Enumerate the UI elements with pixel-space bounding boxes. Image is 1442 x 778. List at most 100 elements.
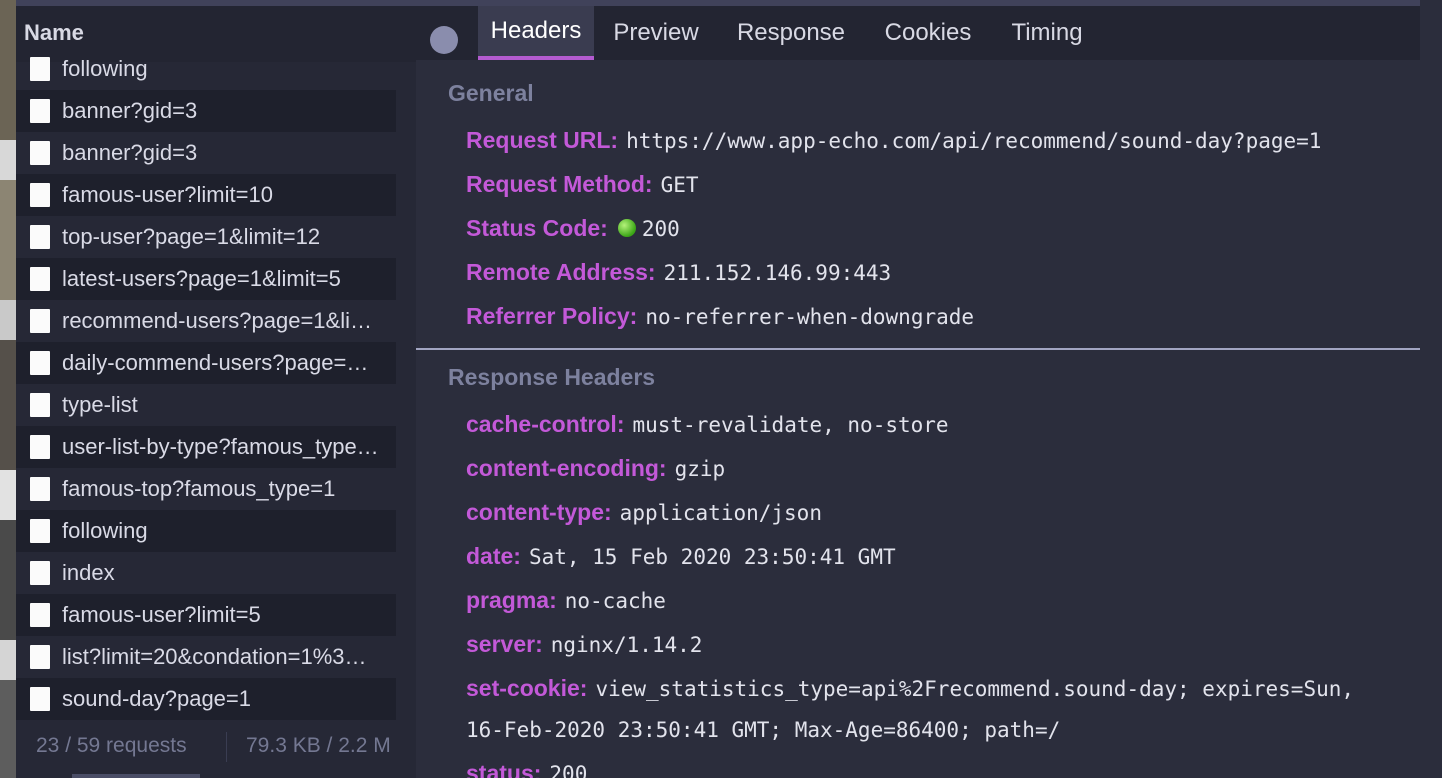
status-ok-icon — [617, 219, 636, 237]
request-row[interactable]: type-list — [16, 384, 396, 426]
section-divider — [416, 348, 1420, 350]
request-type-icon — [30, 351, 50, 375]
request-count: 23 / 59 requests — [36, 734, 187, 757]
request-details-panel: Headers Preview Response Cookies Timing … — [416, 0, 1442, 778]
request-method-row: Request Method: GET — [466, 171, 699, 198]
header-key: set-cookie: — [466, 675, 588, 701]
request-url-row: Request URL: https://www.app-echo.com/api… — [466, 127, 1321, 154]
panel-right-gutter — [1420, 0, 1442, 778]
request-type-icon — [30, 309, 50, 333]
request-row[interactable]: user-list-by-type?famous_type… — [16, 426, 396, 468]
header-key: date: — [466, 543, 521, 569]
request-row[interactable]: top-user?page=1&limit=12 — [16, 216, 396, 258]
request-type-icon — [30, 99, 50, 123]
request-name: famous-user?limit=10 — [62, 182, 273, 207]
header-value: no-cache — [564, 589, 666, 613]
scroll-indicator[interactable] — [72, 774, 200, 778]
request-name: list?limit=20&condation=1%3… — [62, 644, 367, 669]
request-type-icon — [30, 477, 50, 501]
request-name: sound-day?page=1 — [62, 686, 251, 711]
request-type-icon — [30, 141, 50, 165]
header-key: content-type: — [466, 499, 612, 525]
request-row[interactable]: banner?gid=3 — [16, 132, 396, 174]
remote-address-key: Remote Address: — [466, 259, 656, 285]
request-url-key: Request URL: — [466, 127, 619, 153]
referrer-policy-value: no-referrer-when-downgrade — [645, 305, 975, 329]
header-value: Sat, 15 Feb 2020 23:50:41 GMT — [528, 545, 896, 569]
request-row[interactable]: famous-user?limit=5 — [16, 594, 396, 636]
set-cookie-continuation: 16-Feb-2020 23:50:41 GMT; Max-Age=86400;… — [466, 718, 1061, 742]
header-key: pragma: — [466, 587, 557, 613]
details-tab-bar: Headers Preview Response Cookies Timing — [416, 0, 1442, 60]
header-value: 200 — [549, 762, 588, 778]
response-header-row: server: nginx/1.14.2 — [466, 631, 702, 658]
header-key: server: — [466, 631, 543, 657]
request-row[interactable]: famous-top?famous_type=1 — [16, 468, 396, 510]
request-name: type-list — [62, 392, 138, 417]
header-value: application/json — [619, 501, 822, 525]
request-row[interactable]: banner?gid=3 — [16, 90, 396, 132]
request-type-icon — [30, 225, 50, 249]
request-type-icon — [30, 435, 50, 459]
request-name: user-list-by-type?famous_type… — [62, 434, 379, 459]
header-value: must-revalidate, no-store — [632, 413, 949, 437]
request-type-icon — [30, 267, 50, 291]
close-details-button[interactable] — [430, 26, 458, 54]
request-type-icon — [30, 519, 50, 543]
request-url-value: https://www.app-echo.com/api/recommend/s… — [626, 129, 1322, 153]
response-header-row: status: 200 — [466, 760, 587, 778]
response-header-row: cache-control: must-revalidate, no-store — [466, 411, 949, 438]
response-header-row: set-cookie: view_statistics_type=api%2Fre… — [466, 675, 1354, 702]
tab-timing[interactable]: Timing — [1004, 6, 1090, 60]
header-value: view_statistics_type=api%2Frecommend.sou… — [595, 677, 1355, 701]
request-row[interactable]: latest-users?page=1&limit=5 — [16, 258, 396, 300]
request-type-icon — [30, 57, 50, 81]
header-value: gzip — [674, 457, 726, 481]
request-row[interactable]: following — [16, 48, 396, 90]
request-row[interactable]: daily-commend-users?page=… — [16, 342, 396, 384]
status-separator — [226, 732, 227, 762]
tab-cookies[interactable]: Cookies — [876, 6, 980, 60]
response-headers-section-title[interactable]: Response Headers — [448, 364, 655, 391]
request-row[interactable]: sound-day?page=1 — [16, 678, 396, 720]
request-row[interactable]: index — [16, 552, 396, 594]
header-value: nginx/1.14.2 — [550, 633, 703, 657]
response-header-row: content-encoding: gzip — [466, 455, 725, 482]
request-type-icon — [30, 687, 50, 711]
header-key: cache-control: — [466, 411, 625, 437]
response-header-row: pragma: no-cache — [466, 587, 666, 614]
request-name: famous-user?limit=5 — [62, 602, 261, 627]
status-code-row: Status Code: 200 — [466, 215, 680, 242]
name-column-label: Name — [24, 20, 84, 45]
tab-response[interactable]: Response — [728, 6, 854, 60]
request-name: following — [62, 56, 148, 81]
request-type-icon — [30, 645, 50, 669]
request-name: banner?gid=3 — [62, 140, 198, 165]
header-key: content-encoding: — [466, 455, 667, 481]
request-row[interactable]: recommend-users?page=1&li… — [16, 300, 396, 342]
transfer-size: 79.3 KB / 2.2 M — [246, 734, 391, 757]
request-type-icon — [30, 183, 50, 207]
referrer-policy-key: Referrer Policy: — [466, 303, 638, 329]
tab-headers[interactable]: Headers — [478, 6, 594, 60]
tab-preview[interactable]: Preview — [602, 6, 710, 60]
referrer-policy-row: Referrer Policy: no-referrer-when-downgra… — [466, 303, 974, 330]
response-header-row: date: Sat, 15 Feb 2020 23:50:41 GMT — [466, 543, 896, 570]
request-type-icon — [30, 561, 50, 585]
status-code-key: Status Code: — [466, 215, 608, 241]
request-name: following — [62, 518, 148, 543]
remote-address-row: Remote Address: 211.152.146.99:443 — [466, 259, 891, 286]
request-name: top-user?page=1&limit=12 — [62, 224, 321, 249]
request-row[interactable]: following — [16, 510, 396, 552]
status-code-value: 200 — [641, 217, 680, 241]
request-type-icon — [30, 393, 50, 417]
request-row[interactable]: famous-user?limit=10 — [16, 174, 396, 216]
request-name: famous-top?famous_type=1 — [62, 476, 336, 501]
network-status-bar: 23 / 59 requests 79.3 KB / 2.2 M — [16, 720, 416, 778]
remote-address-value: 211.152.146.99:443 — [663, 261, 892, 285]
request-row[interactable]: list?limit=20&condation=1%3… — [16, 636, 396, 678]
request-list-panel: Name following banner?gid=3 banner?gid=3 fa… — [16, 0, 416, 778]
request-name: recommend-users?page=1&li… — [62, 308, 372, 333]
general-section-title[interactable]: General — [448, 80, 534, 107]
response-header-row: content-type: application/json — [466, 499, 822, 526]
